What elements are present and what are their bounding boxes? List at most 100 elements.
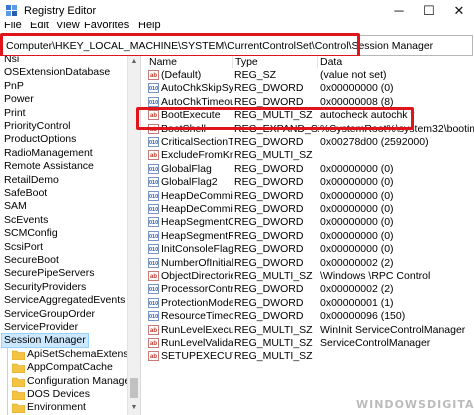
registry-editor-icon: [6, 5, 17, 16]
value-row[interactable]: ab (Default) REG_SZ (value not set): [147, 69, 474, 81]
value-data: 0x00000000 (0): [320, 162, 394, 175]
value-name: GlobalFlag2: [161, 176, 218, 189]
value-row[interactable]: 010AutoChkSkipSys...REG_DWORD 0x00000000 …: [147, 82, 474, 94]
folder-icon: [12, 377, 25, 387]
value-data: 0x00000000 (0): [320, 82, 394, 95]
value-type: REG_DWORD: [234, 243, 304, 256]
value-name: ProtectionMode: [161, 296, 233, 309]
value-data: WinInit ServiceControlManager: [320, 323, 466, 336]
value-data: 0x00278d00 (2592000): [320, 136, 429, 148]
folder-icon: [12, 350, 25, 360]
value-row[interactable]: abRunLevelExecuteREG_MULTI_SZ WinInit Ser…: [147, 324, 474, 336]
column-header-data[interactable]: Data: [320, 56, 342, 68]
string-value-icon: ab: [148, 324, 159, 335]
value-type: REG_DWORD: [234, 283, 304, 296]
binary-value-icon: 010: [148, 217, 159, 228]
value-type: REG_DWORD: [234, 216, 304, 229]
binary-value-icon: 010: [148, 297, 159, 308]
value-row[interactable]: abSETUPEXECUTEREG_MULTI_SZ: [147, 350, 474, 362]
value-row[interactable]: 010HeapSegmentC...REG_DWORD 0x00000000 (0…: [147, 216, 474, 228]
tree-item-label: PriorityControl: [4, 120, 71, 132]
string-value-icon: ab: [148, 351, 159, 362]
tree-item-label: SCMConfig: [4, 227, 58, 240]
minimize-button[interactable]: ─: [384, 0, 414, 22]
value-name: AutoChkSkipSys...: [161, 82, 233, 95]
value-data: 0x00000096 (150): [320, 310, 406, 323]
value-data: 0x00000002 (2): [320, 283, 394, 296]
scroll-down-icon[interactable]: ▼: [128, 402, 140, 414]
folder-icon: [12, 363, 25, 374]
bootexecute-highlight-box: [136, 107, 414, 130]
value-type: REG_DWORD: [234, 203, 304, 215]
value-data: 0x00000002 (2): [320, 256, 394, 269]
value-row[interactable]: 010 GlobalFlag REG_DWORD 0x00000000 (0): [147, 163, 474, 175]
value-row[interactable]: 010ProcessorControlREG_DWORD 0x00000002 (…: [147, 283, 474, 295]
value-row[interactable]: 010 AutoChkTimeout REG_DWORD 0x00000008 (8): [147, 96, 474, 108]
tree-connector-line: [7, 347, 8, 415]
value-data: 0x00000000 (0): [320, 216, 394, 229]
string-value-icon: ab: [148, 338, 159, 348]
value-type: REG_SZ: [234, 69, 277, 81]
value-row[interactable]: abExcludeFromKn...REG_MULTI_SZ: [147, 149, 474, 161]
column-header-type[interactable]: Type: [235, 56, 258, 68]
value-data: 0x00000008 (8): [320, 95, 394, 108]
tree-item-label: Session Manager: [1, 333, 89, 349]
value-row[interactable]: 010 GlobalFlag2 REG_DWORD 0x00000000 (0): [147, 176, 474, 188]
value-row[interactable]: 010NumberOfInitial...REG_DWORD 0x00000002…: [147, 257, 474, 269]
tree-child-label: ApiSetSchemaExtensions: [27, 347, 140, 360]
close-button[interactable]: ✕: [444, 0, 474, 22]
value-name: HeapDeCommit...: [161, 203, 233, 215]
value-row[interactable]: abRunLevelValidateREG_MULTI_SZ ServiceCon…: [147, 337, 474, 349]
tree-item-label: SecurePipeServers: [4, 267, 95, 280]
tree-child-label: AppCompatCache: [27, 361, 113, 374]
tree-item-label: SecurityProviders: [4, 280, 87, 293]
column-separator[interactable]: [232, 56, 233, 68]
binary-value-icon: 010: [148, 284, 159, 295]
folder-icon: [12, 390, 25, 400]
value-type: REG_DWORD: [234, 176, 304, 189]
menu-file[interactable]: File: [4, 22, 22, 31]
column-separator[interactable]: [317, 56, 318, 68]
value-name: (Default): [161, 69, 202, 81]
scroll-thumb[interactable]: [130, 378, 138, 398]
menu-view[interactable]: View: [56, 22, 80, 31]
binary-value-icon: 010: [148, 83, 159, 94]
menu-favorites[interactable]: Favorites: [84, 22, 129, 31]
value-row[interactable]: 010HeapDeCommit...REG_DWORD 0x00000000 (0…: [147, 203, 474, 215]
scroll-up-icon[interactable]: ▲: [128, 56, 140, 68]
value-row[interactable]: 010HeapDeCommit...REG_DWORD 0x00000000 (0…: [147, 190, 474, 202]
value-row[interactable]: 010 ProtectionMode REG_DWORD 0x00000001 (1): [147, 297, 474, 309]
value-name: HeapDeCommit...: [161, 189, 233, 202]
value-data: \Windows \RPC Control: [320, 270, 431, 282]
value-name: GlobalFlag: [161, 162, 212, 175]
menu-help[interactable]: Help: [138, 22, 161, 31]
value-data: 0x00000000 (0): [320, 229, 394, 242]
tree-item-label: ServiceGroupOrder: [4, 307, 96, 320]
value-type: REG_MULTI_SZ: [234, 270, 313, 282]
value-row[interactable]: 010 InitConsoleFlags REG_DWORD 0x00000000 (…: [147, 243, 474, 255]
binary-value-icon: 010: [148, 96, 159, 107]
value-type: REG_MULTI_SZ: [234, 337, 313, 349]
value-row[interactable]: 010ResourceTimeo...REG_DWORD 0x00000096 (…: [147, 310, 474, 322]
value-row[interactable]: 010HeapSegmentR...REG_DWORD 0x00000000 (0…: [147, 230, 474, 242]
string-value-icon: ab: [148, 271, 159, 281]
maximize-button[interactable]: ☐: [414, 0, 444, 22]
title-bar: Registry Editor ─ ☐ ✕: [0, 0, 474, 22]
binary-value-icon: 010: [148, 244, 159, 255]
value-type: REG_DWORD: [234, 189, 304, 202]
tree-child-label: Environment: [27, 401, 86, 414]
value-row[interactable]: 010CriticalSectionTi...REG_DWORD 0x00278d…: [147, 136, 474, 148]
tree-item-label: Remote Assistance: [4, 160, 94, 173]
column-header-name[interactable]: Name: [149, 56, 177, 68]
tree-item-label: RetailDemo: [4, 173, 59, 186]
value-data: 0x00000000 (0): [320, 176, 394, 189]
value-name: RunLevelExecute: [161, 323, 233, 336]
value-row[interactable]: abObjectDirectoriesREG_MULTI_SZ \Windows …: [147, 270, 474, 282]
value-name: ResourceTimeo...: [161, 310, 233, 323]
tree-item-label: Nsi: [4, 56, 20, 65]
menu-edit[interactable]: Edit: [30, 22, 49, 31]
value-data: 0x00000000 (0): [320, 203, 394, 215]
value-type: REG_DWORD: [234, 82, 304, 95]
tree-item-label: OSExtensionDatabase: [4, 66, 111, 79]
value-name: HeapSegmentC...: [161, 216, 233, 229]
